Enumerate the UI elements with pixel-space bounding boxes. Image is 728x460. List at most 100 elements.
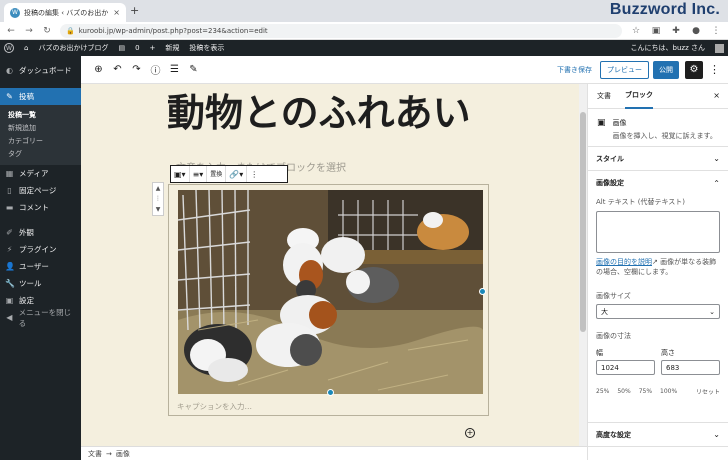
- align-icon[interactable]: ≡▾: [190, 166, 208, 182]
- sidebar-item-posts[interactable]: ✎ 投稿: [0, 88, 81, 105]
- sidebar-item-appearance[interactable]: ✐ 外観: [0, 224, 81, 241]
- sidebar-collapse-menu[interactable]: ◀ メニューを閉じる: [0, 307, 81, 328]
- browser-tab-bar: W 投稿の編集 ‹ バズのお出かけブログ — WordPress × + Buz…: [0, 0, 728, 22]
- browser-tab[interactable]: W 投稿の編集 ‹ バズのお出かけブログ — WordPress ×: [4, 3, 126, 22]
- width-input[interactable]: 1024: [596, 360, 655, 375]
- block-mover[interactable]: ▲ ⋮ ▼: [152, 182, 164, 216]
- close-panel-icon[interactable]: ×: [713, 91, 720, 100]
- sidebar-item-media[interactable]: ▦ メディア: [0, 165, 81, 182]
- new-content-link[interactable]: 新規: [165, 43, 179, 53]
- site-name-link[interactable]: バズのお出かけブログ: [38, 43, 108, 53]
- sidebar-item-dashboard[interactable]: ◐ ダッシュボード: [0, 62, 81, 79]
- preview-button[interactable]: プレビュー: [600, 60, 649, 79]
- extension-icon[interactable]: ▣: [650, 26, 662, 36]
- block-more-icon[interactable]: ⋮: [247, 166, 261, 182]
- tab-block[interactable]: ブロック: [625, 84, 653, 109]
- image-block[interactable]: キャプションを入力…: [168, 184, 489, 416]
- save-draft-button[interactable]: 下書き保存: [557, 65, 592, 75]
- scrollbar-thumb[interactable]: [580, 112, 586, 332]
- move-down-icon[interactable]: ▼: [156, 206, 161, 213]
- redo-icon[interactable]: ↷: [127, 64, 146, 75]
- edit-tools-icon[interactable]: ✎: [184, 64, 203, 75]
- block-type-image-icon[interactable]: ▣▾: [171, 166, 190, 182]
- submenu-add-new[interactable]: 新規追加: [0, 121, 81, 134]
- new-tab-button[interactable]: +: [130, 4, 139, 17]
- sidebar-item-users[interactable]: 👤 ユーザー: [0, 258, 81, 275]
- sidebar-item-label: 設定: [19, 296, 34, 305]
- move-up-icon[interactable]: ▲: [156, 185, 161, 192]
- resize-handle-right[interactable]: [479, 288, 486, 295]
- breadcrumb-document[interactable]: 文書: [88, 449, 102, 459]
- submenu-tags[interactable]: タグ: [0, 147, 81, 160]
- publish-button[interactable]: 公開: [653, 60, 679, 79]
- height-input[interactable]: 683: [661, 360, 720, 375]
- submenu-categories[interactable]: カテゴリー: [0, 134, 81, 147]
- image-settings-section-toggle[interactable]: 画像設定 ⌃: [588, 171, 728, 195]
- reload-icon[interactable]: ↻: [42, 26, 52, 36]
- puzzle-icon[interactable]: ✚: [670, 26, 682, 36]
- browser-menu-icon[interactable]: ⋮: [710, 26, 722, 36]
- settings-icon: ▣: [5, 296, 14, 305]
- block-breadcrumb: 文書 → 画像: [81, 446, 587, 460]
- image-size-value: 大: [601, 307, 608, 316]
- sidebar-item-comments[interactable]: ▬ コメント: [0, 199, 81, 216]
- plugin-icon: ⚡: [6, 245, 13, 254]
- view-post-link[interactable]: 投稿を表示: [189, 43, 224, 53]
- comments-count: 0: [135, 44, 140, 52]
- percent-50-button[interactable]: 50%: [617, 388, 630, 395]
- percent-25-button[interactable]: 25%: [596, 388, 609, 395]
- profile-icon[interactable]: ●: [690, 26, 702, 36]
- image-size-label: 画像サイズ: [596, 292, 631, 300]
- submenu-all-posts[interactable]: 投稿一覧: [0, 108, 81, 121]
- add-block-icon[interactable]: ⊕: [89, 64, 108, 75]
- info-icon[interactable]: ⓘ: [146, 62, 165, 77]
- image-size-select[interactable]: 大 ⌄: [596, 304, 720, 319]
- more-options-icon[interactable]: ⋮: [709, 63, 720, 76]
- alt-text-input[interactable]: [596, 211, 720, 253]
- drag-handle-icon[interactable]: ⋮: [155, 195, 161, 202]
- styles-section-toggle[interactable]: スタイル ⌄: [588, 147, 728, 171]
- forward-icon[interactable]: →: [24, 26, 34, 36]
- guinea-pig-photo[interactable]: [178, 190, 483, 394]
- alt-help-link[interactable]: 画像の目的を説明: [596, 258, 652, 266]
- back-icon[interactable]: ←: [6, 26, 16, 36]
- sidebar-item-label: コメント: [19, 203, 49, 212]
- comment-icon[interactable]: ▤: [118, 44, 125, 52]
- sidebar-item-label: メニューを閉じる: [18, 307, 72, 328]
- sidebar-item-pages[interactable]: ▯ 固定ページ: [0, 182, 81, 199]
- brush-icon: ✐: [6, 228, 13, 237]
- sidebar-item-label: ダッシュボード: [19, 66, 72, 75]
- tab-document[interactable]: 文書: [597, 84, 611, 109]
- undo-icon[interactable]: ↶: [108, 64, 127, 75]
- advanced-section-toggle[interactable]: 高度な設定 ⌄: [588, 423, 728, 447]
- wp-admin-bar: W ⌂ バズのお出かけブログ ▤ 0 + 新規 投稿を表示 こんにちは、buzz…: [0, 40, 728, 56]
- link-icon[interactable]: 🔗▾: [226, 166, 248, 182]
- chevron-up-icon: ⌃: [713, 178, 720, 188]
- watermark-text: Buzzword Inc.: [609, 1, 720, 18]
- address-bar: ← → ↻ 🔒 kuroobi.jp/wp-admin/post.php?pos…: [0, 22, 728, 40]
- inline-add-block-icon[interactable]: +: [465, 428, 475, 438]
- list-view-icon[interactable]: ☰: [165, 64, 184, 75]
- sidebar-item-tools[interactable]: 🔧 ツール: [0, 275, 81, 292]
- canvas-scrollbar[interactable]: [579, 84, 587, 446]
- reset-button[interactable]: リセット: [696, 387, 720, 396]
- tab-close-icon[interactable]: ×: [113, 8, 120, 17]
- avatar[interactable]: [715, 43, 724, 53]
- settings-gear-icon[interactable]: ⚙: [685, 60, 703, 79]
- percent-100-button[interactable]: 100%: [660, 388, 677, 395]
- chevron-down-icon: ⌄: [713, 430, 720, 439]
- url-field[interactable]: 🔒 kuroobi.jp/wp-admin/post.php?post=234&…: [60, 23, 622, 38]
- image-caption-input[interactable]: キャプションを入力…: [177, 401, 252, 412]
- sidebar-item-label: メディア: [19, 169, 49, 178]
- sidebar-item-plugins[interactable]: ⚡ プラグイン: [0, 241, 81, 258]
- post-title[interactable]: 動物とのふれあい: [167, 84, 471, 137]
- percent-75-button[interactable]: 75%: [639, 388, 652, 395]
- replace-button[interactable]: 置換: [207, 166, 227, 182]
- resize-handle-bottom[interactable]: [327, 389, 334, 396]
- wordpress-logo-icon[interactable]: W: [4, 43, 14, 53]
- greeting-text[interactable]: こんにちは、buzz さん: [631, 43, 705, 53]
- sidebar-item-label: プラグイン: [19, 245, 57, 254]
- breadcrumb-image[interactable]: 画像: [116, 449, 130, 459]
- star-icon[interactable]: ☆: [630, 26, 642, 36]
- sidebar-item-label: 固定ページ: [19, 186, 57, 195]
